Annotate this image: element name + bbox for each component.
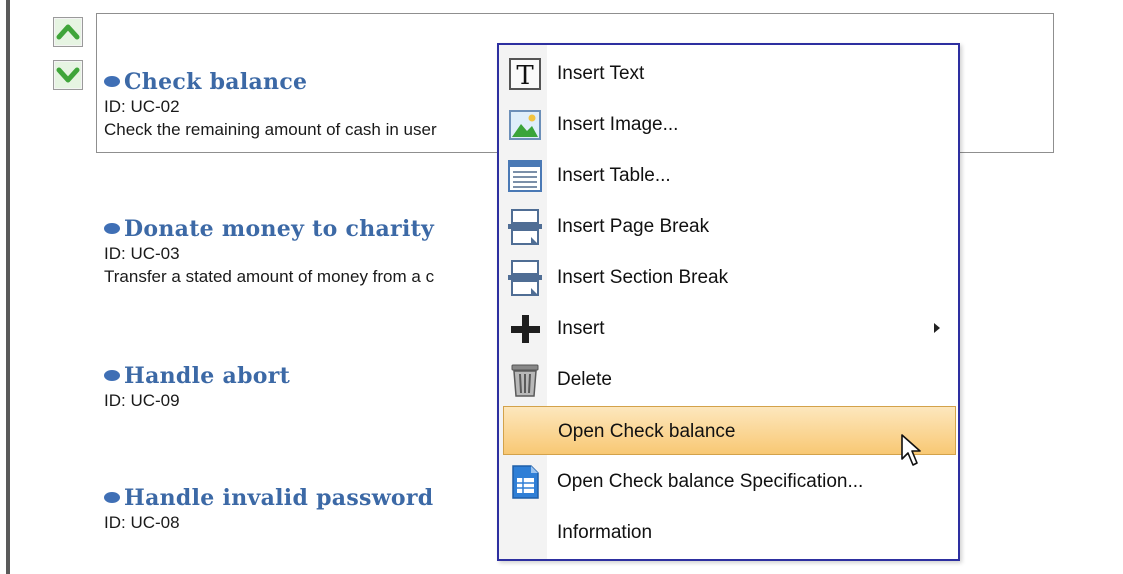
use-case-donate-money[interactable]: Donate money to charity ID: UC-03 Transf… — [104, 216, 434, 288]
menu-item-insert-page-break[interactable]: Insert Page Break — [503, 202, 956, 251]
menu-item-label: Insert Image... — [557, 114, 679, 135]
menu-item-label: Insert Text — [557, 63, 645, 84]
menu-item-label: Information — [557, 522, 653, 543]
chevron-down-icon — [55, 62, 81, 88]
menu-item-label: Insert Table... — [557, 165, 671, 186]
use-case-title[interactable]: Donate money to charity — [104, 216, 434, 242]
use-case-title[interactable]: Handle invalid password — [104, 485, 433, 511]
menu-item-insert-submenu[interactable]: Insert — [503, 304, 956, 353]
section-break-icon — [507, 260, 543, 296]
menu-item-insert-text[interactable]: T Insert Text — [503, 49, 956, 98]
use-case-description: Check the remaining amount of cash in us… — [104, 120, 437, 139]
mouse-cursor-icon — [901, 434, 921, 466]
use-case-id: ID: UC-02 — [104, 97, 180, 116]
use-case-title-text: Check balance — [124, 69, 308, 95]
menu-item-information[interactable]: Information — [503, 508, 956, 557]
menu-item-label: Delete — [557, 369, 612, 390]
svg-text:T: T — [516, 61, 534, 91]
use-case-handle-abort[interactable]: Handle abort ID: UC-09 — [104, 363, 290, 412]
left-border — [6, 0, 10, 574]
context-menu: T Insert Text Insert Image... Insert Tab… — [497, 43, 960, 561]
menu-item-label: Insert Section Break — [557, 267, 729, 288]
image-icon — [507, 107, 543, 143]
menu-item-label: Insert — [557, 318, 605, 339]
menu-item-open-specification[interactable]: Open Check balance Specification... — [503, 457, 956, 506]
menu-item-delete[interactable]: Delete — [503, 355, 956, 404]
menu-item-insert-image[interactable]: Insert Image... — [503, 100, 956, 149]
use-case-bullet-icon — [104, 223, 120, 234]
trash-icon — [507, 362, 543, 398]
use-case-id: ID: UC-09 — [104, 391, 180, 410]
use-case-bullet-icon — [104, 76, 120, 87]
menu-item-insert-table[interactable]: Insert Table... — [503, 151, 956, 200]
use-case-bullet-icon — [104, 370, 120, 381]
plus-icon — [507, 311, 543, 347]
specification-icon — [507, 464, 543, 500]
use-case-id: ID: UC-08 — [104, 513, 180, 532]
use-case-handle-invalid-password[interactable]: Handle invalid password ID: UC-08 — [104, 485, 433, 534]
move-down-button[interactable] — [53, 60, 83, 90]
use-case-title-text: Donate money to charity — [124, 216, 435, 242]
text-icon: T — [507, 56, 543, 92]
use-case-check-balance[interactable]: Check balance ID: UC-02 Check the remain… — [104, 69, 437, 141]
use-case-description: Transfer a stated amount of money from a… — [104, 267, 435, 286]
submenu-arrow-icon — [934, 323, 940, 333]
table-icon — [507, 158, 543, 194]
use-case-title-text: Handle invalid password — [124, 485, 434, 511]
use-case-title[interactable]: Handle abort — [104, 363, 290, 389]
move-up-button[interactable] — [53, 17, 83, 47]
use-case-id: ID: UC-03 — [104, 244, 180, 263]
use-case-bullet-icon — [104, 492, 120, 503]
menu-item-label: Open Check balance Specification... — [557, 471, 864, 492]
use-case-title-text: Handle abort — [124, 363, 291, 389]
menu-item-insert-section-break[interactable]: Insert Section Break — [503, 253, 956, 302]
page-break-icon — [507, 209, 543, 245]
menu-item-label: Open Check balance — [558, 421, 736, 442]
use-case-title[interactable]: Check balance — [104, 69, 437, 95]
chevron-up-icon — [55, 19, 81, 45]
menu-item-label: Insert Page Break — [557, 216, 710, 237]
menu-item-open-check-balance[interactable]: Open Check balance — [503, 406, 956, 455]
